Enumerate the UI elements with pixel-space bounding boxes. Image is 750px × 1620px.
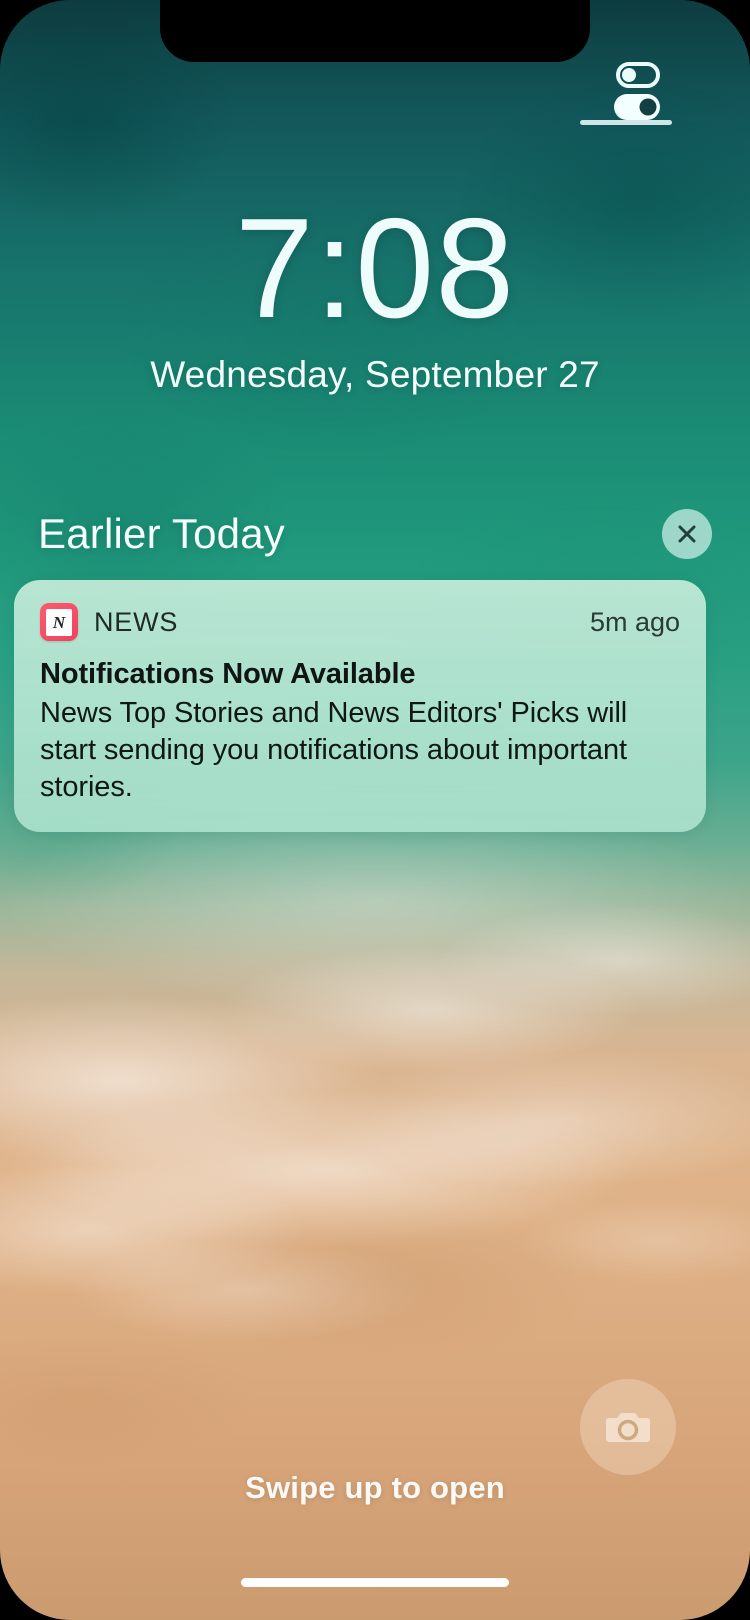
news-app-icon-glyph: N [46, 608, 72, 636]
clock-date: Wednesday, September 27 [150, 354, 600, 395]
camera-shortcut-button[interactable] [580, 1379, 676, 1475]
home-indicator[interactable] [241, 1578, 509, 1587]
notification-timestamp: 5m ago [589, 606, 680, 637]
notification-card[interactable]: N NEWS 5m ago Notifications Now Availabl… [14, 580, 706, 832]
close-icon [678, 525, 696, 543]
clock-time: 7:08 [234, 189, 516, 348]
news-app-icon: N [40, 603, 78, 641]
iphone-lock-screen: 7:08 Wednesday, September 27 Earlier Tod… [0, 0, 750, 1620]
accessibility-underline [580, 120, 672, 125]
clock: 7:08 Wednesday, September 27 [0, 196, 750, 396]
screen: 7:08 Wednesday, September 27 Earlier Tod… [0, 0, 750, 1620]
section-title: Earlier Today [38, 510, 285, 557]
notifications-section-header: Earlier Today [38, 503, 712, 565]
notification-app-name: NEWS [94, 606, 179, 637]
notification-body: News Top Stories and News Editors' Picks… [40, 697, 628, 803]
notification-title: Notifications Now Available [40, 658, 416, 690]
notification-header: N NEWS 5m ago [40, 602, 680, 642]
camera-icon [606, 1413, 650, 1442]
notch [160, 0, 590, 62]
swipe-up-hint: Swipe up to open [245, 1470, 505, 1505]
clear-notifications-button[interactable] [662, 509, 712, 559]
